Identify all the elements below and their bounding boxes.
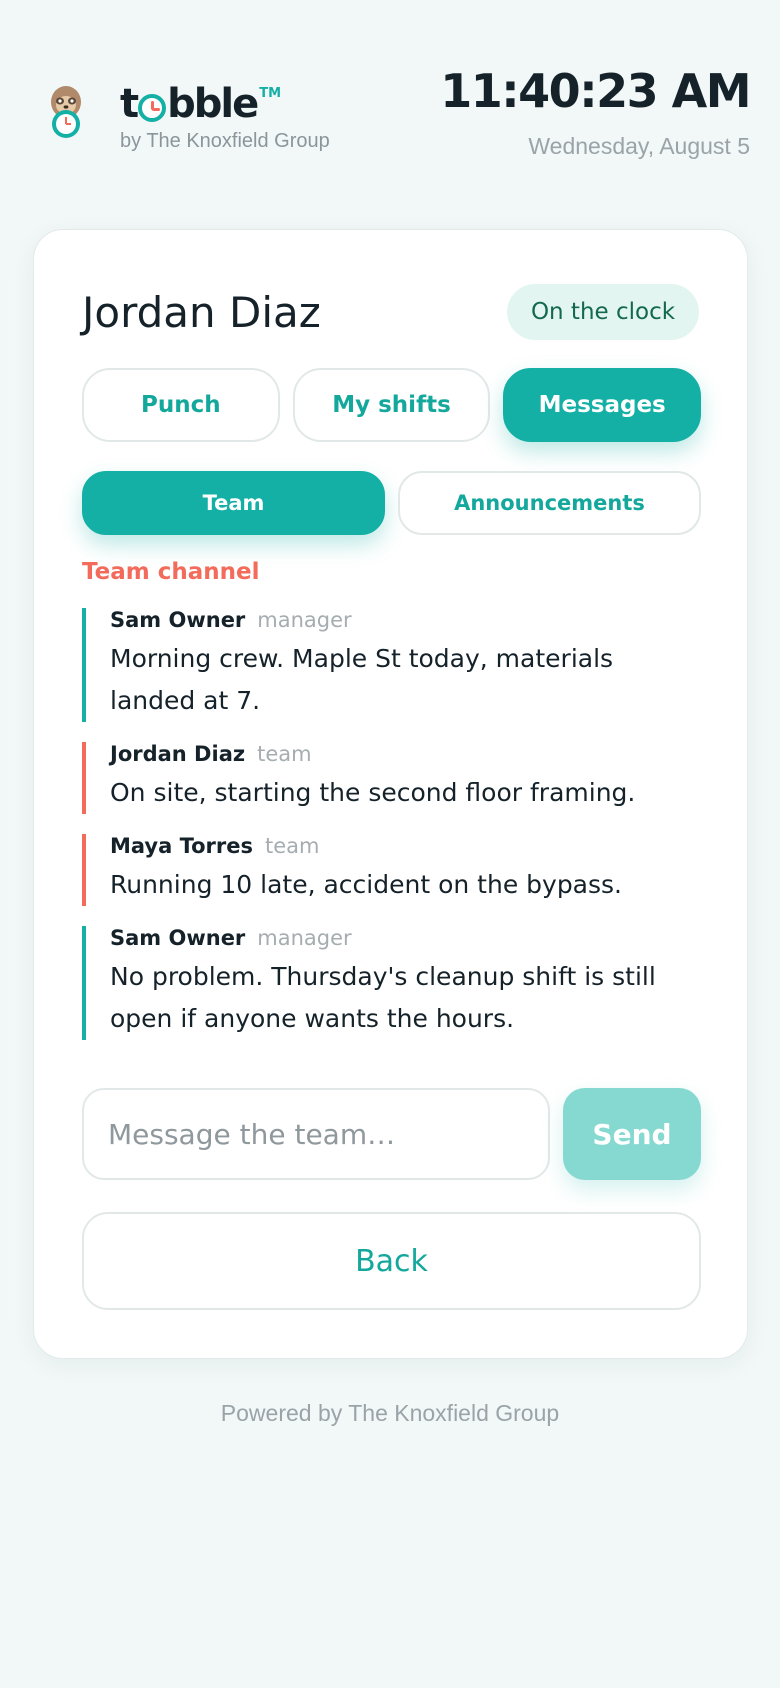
trademark: TM bbox=[259, 86, 282, 101]
brand-suffix: bble bbox=[167, 81, 259, 127]
brand-logo: t bble TM bbox=[120, 72, 330, 126]
status-badge: On the clock bbox=[507, 284, 699, 340]
main-tabs: Punch My shifts Messages bbox=[82, 368, 702, 442]
sloth-mascot-icon bbox=[51, 86, 81, 138]
message-header: Jordan Diaz team bbox=[110, 742, 701, 772]
app-header: t bble TM by The Knoxfield Group 11:40:2… bbox=[0, 0, 780, 200]
subtab-team[interactable]: Team bbox=[82, 471, 385, 535]
message-item: Sam Owner manager No problem. Thursday's… bbox=[82, 926, 701, 1040]
tab-my-shifts[interactable]: My shifts bbox=[292, 368, 491, 442]
brand: t bble TM by The Knoxfield Group bbox=[120, 72, 330, 153]
message-text: On site, starting the second floor frami… bbox=[110, 778, 636, 807]
message-item: Jordan Diaz team On site, starting the s… bbox=[82, 742, 701, 814]
message-author: Sam Owner bbox=[110, 926, 246, 950]
brand-prefix: t bbox=[120, 81, 139, 127]
message-composer: Send bbox=[82, 1088, 701, 1180]
footer: Powered by The Knoxfield Group bbox=[220, 1400, 560, 1426]
message-input[interactable] bbox=[82, 1088, 550, 1180]
message-header: Sam Owner manager bbox=[110, 608, 701, 638]
current-date: Wednesday, August 5 bbox=[528, 133, 750, 159]
channel-title: Team channel bbox=[82, 559, 260, 585]
message-role: team bbox=[257, 742, 312, 766]
current-time: 11:40:23 AM bbox=[440, 64, 751, 118]
tab-punch[interactable]: Punch bbox=[82, 368, 280, 442]
message-header: Sam Owner manager bbox=[110, 926, 701, 956]
message-list: Sam Owner manager Morning crew. Maple St… bbox=[82, 608, 701, 1060]
message-item: Sam Owner manager Morning crew. Maple St… bbox=[82, 608, 701, 722]
message-item: Maya Torres team Running 10 late, accide… bbox=[82, 834, 701, 906]
message-role: manager bbox=[257, 926, 352, 950]
user-name: Jordan Diaz bbox=[82, 288, 321, 337]
message-role: manager bbox=[257, 608, 352, 632]
message-author: Jordan Diaz bbox=[110, 742, 246, 766]
message-author: Sam Owner bbox=[110, 608, 246, 632]
send-button[interactable]: Send bbox=[563, 1088, 701, 1180]
back-button[interactable]: Back bbox=[82, 1212, 701, 1310]
message-role: team bbox=[265, 834, 320, 858]
message-author: Maya Torres bbox=[110, 834, 254, 858]
message-header: Maya Torres team bbox=[110, 834, 701, 864]
message-text: Morning crew. Maple St today, materials … bbox=[110, 644, 614, 715]
message-subtabs: Team Announcements bbox=[82, 471, 701, 535]
tab-messages[interactable]: Messages bbox=[503, 368, 702, 442]
message-text: Running 10 late, accident on the bypass. bbox=[110, 870, 622, 899]
message-text: No problem. Thursday's cleanup shift is … bbox=[110, 962, 656, 1033]
clock-icon bbox=[138, 94, 167, 122]
brand-subtitle: by The Knoxfield Group bbox=[120, 130, 330, 152]
employee-card: Jordan Diaz On the clock Punch My shifts… bbox=[33, 229, 748, 1359]
subtab-announcements[interactable]: Announcements bbox=[398, 471, 701, 535]
